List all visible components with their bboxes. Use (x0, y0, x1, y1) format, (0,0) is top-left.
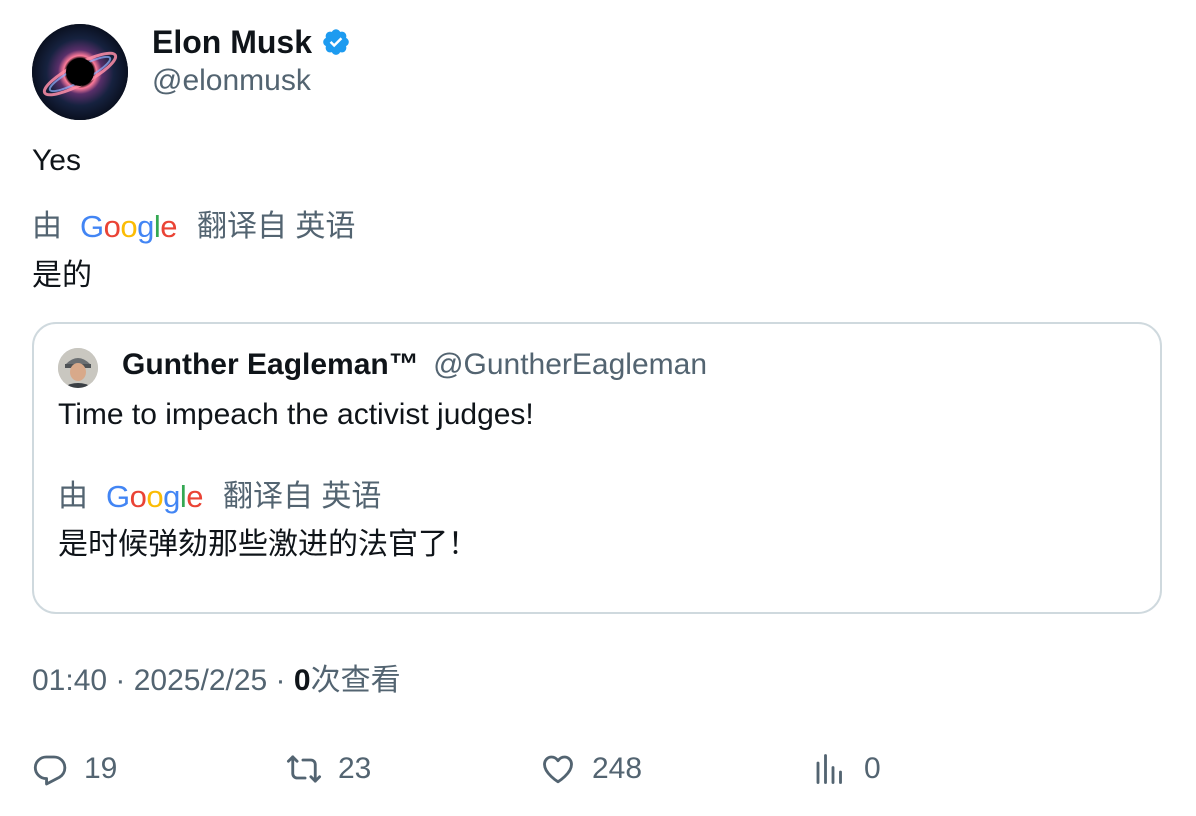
author-name[interactable]: Elon Musk (152, 22, 351, 62)
quoted-author-handle[interactable]: @GuntherEagleman (433, 348, 707, 381)
tweet-meta: 01:40 · 2025/2/25 · 0次查看 (32, 662, 401, 700)
like-icon (543, 755, 573, 784)
views-button[interactable]: 0 (812, 748, 881, 790)
translation-suffix: 翻译自 英语 (197, 210, 356, 243)
quoted-translation-suffix: 翻译自 英语 (223, 480, 382, 513)
quoted-author-header: Gunther Eagleman™ @GuntherEagleman (122, 346, 707, 384)
quoted-translation-attribution[interactable]: 由 Google 翻译自 英语 (58, 478, 381, 516)
author-handle[interactable]: @elonmusk (152, 62, 311, 100)
google-logo: Google (80, 209, 178, 244)
black-hole-avatar-image (32, 24, 128, 120)
meta-separator: · (107, 664, 134, 697)
tweet-date[interactable]: 2025/2/25 (134, 664, 267, 697)
reply-button[interactable]: 19 (32, 748, 117, 790)
quoted-author-name[interactable]: Gunther Eagleman™ (122, 348, 419, 381)
translated-text: 是的 (32, 259, 92, 292)
like-button[interactable]: 248 (540, 748, 642, 790)
author-avatar[interactable] (32, 24, 128, 120)
translation-attribution[interactable]: 由 Google 翻译自 英语 (32, 208, 355, 246)
tweet: Elon Musk @elonmusk Yes 由 Google 翻译自 英语 … (0, 0, 1196, 816)
views-count-action: 0 (864, 752, 881, 785)
like-count: 248 (592, 752, 643, 785)
meta-separator: · (267, 664, 294, 697)
quoted-translation-prefix: 由 (58, 480, 88, 513)
quoted-author-avatar[interactable] (58, 348, 98, 388)
quoted-author-photo (58, 348, 98, 388)
views-icon (816, 754, 842, 784)
author-name-text: Elon Musk (152, 24, 313, 60)
quoted-tweet-text: Time to impeach the activist judges! (58, 398, 534, 431)
tweet-text: Yes (32, 144, 81, 177)
views-count: 0 (293, 664, 311, 697)
quoted-translated-text: 是时候弹劾那些激进的法官了！ (58, 528, 478, 561)
views-label: 次查看 (310, 664, 401, 697)
reply-count: 19 (84, 752, 118, 785)
verified-badge-icon[interactable] (321, 27, 351, 57)
repost-button[interactable]: 23 (286, 748, 371, 790)
repost-count: 23 (338, 752, 372, 785)
quoted-google-logo: Google (106, 479, 204, 514)
reply-icon (33, 755, 67, 786)
tweet-time[interactable]: 01:40 (32, 664, 107, 697)
quoted-tweet-card[interactable]: Gunther Eagleman™ @GuntherEagleman Time … (32, 322, 1162, 614)
repost-icon (286, 755, 322, 783)
translation-prefix: 由 (32, 210, 62, 243)
